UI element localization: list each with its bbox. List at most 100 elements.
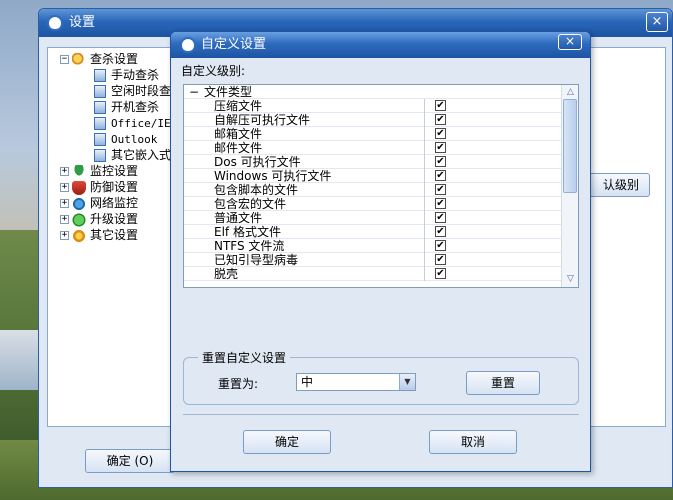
file-type-row[interactable]: 压缩文件 ✔ — [184, 99, 578, 113]
tree-item-idle-scan[interactable]: 空闲时段查 — [60, 83, 171, 99]
tree-item-scan-settings[interactable]: − 查杀设置 — [60, 51, 171, 67]
scroll-up-icon[interactable]: △ — [564, 86, 577, 99]
column-divider — [424, 183, 425, 197]
collapse-icon[interactable]: − — [188, 85, 200, 99]
file-type-checkbox[interactable]: ✔ — [435, 254, 446, 265]
file-type-row[interactable]: 普通文件 ✔ — [184, 211, 578, 225]
file-type-checkbox[interactable]: ✔ — [435, 142, 446, 153]
ok-button[interactable]: 确定 (O) — [85, 449, 175, 473]
file-type-checkbox[interactable]: ✔ — [435, 100, 446, 111]
file-type-label: 邮件文件 — [214, 141, 263, 155]
tree-item-network-monitor[interactable]: + 网络监控 — [60, 195, 171, 211]
group-label: 文件类型 — [204, 85, 253, 99]
document-icon — [94, 69, 106, 82]
tree-label: 防御设置 — [90, 180, 139, 194]
settings-title: 设置 — [69, 15, 96, 30]
document-icon — [94, 133, 106, 146]
file-type-row[interactable]: 脱壳 ✔ — [184, 267, 578, 281]
column-divider — [424, 225, 425, 239]
reset-level-value: 中 — [301, 375, 314, 389]
file-type-checkbox[interactable]: ✔ — [435, 240, 446, 251]
dialog-title-bar[interactable]: 自定义设置 × — [171, 32, 590, 58]
tree-item-outlook[interactable]: Outlook — [60, 131, 171, 147]
tree-label: 其它嵌入式 — [111, 148, 172, 162]
file-type-row[interactable]: 包含脚本的文件 ✔ — [184, 183, 578, 197]
file-type-checkbox[interactable]: ✔ — [435, 128, 446, 139]
tree-label: 网络监控 — [90, 196, 139, 210]
file-type-items: 压缩文件 ✔ 自解压可执行文件 ✔ 邮箱文件 ✔ 邮件文件 ✔ Dos 可执行文件 ✔ Window… — [184, 99, 578, 281]
expand-icon[interactable]: + — [60, 231, 69, 240]
magnifier-icon — [72, 52, 86, 67]
shield-icon — [180, 37, 196, 53]
file-type-row[interactable]: 自解压可执行文件 ✔ — [184, 113, 578, 127]
file-type-label: 已知引导型病毒 — [214, 253, 299, 267]
file-type-row[interactable]: Dos 可执行文件 ✔ — [184, 155, 578, 169]
file-type-label: 邮箱文件 — [214, 127, 263, 141]
reset-level-select[interactable]: 中 ▼ — [296, 373, 416, 391]
cancel-button[interactable]: 取消 — [429, 430, 517, 454]
file-type-checkbox[interactable]: ✔ — [435, 212, 446, 223]
reset-as-label: 重置为: — [218, 377, 259, 391]
tree-label: 监控设置 — [90, 164, 139, 178]
expand-icon[interactable]: + — [60, 215, 69, 224]
tree-item-monitor-settings[interactable]: + 监控设置 — [60, 163, 171, 179]
file-type-checkbox[interactable]: ✔ — [435, 268, 446, 279]
ok-button[interactable]: 确定 — [243, 430, 331, 454]
reset-custom-settings-group: 重置自定义设置 重置为: 中 ▼ 重置 — [183, 349, 579, 405]
column-divider — [424, 267, 425, 281]
chevron-down-icon[interactable]: ▼ — [399, 374, 415, 390]
tree-item-boot-scan[interactable]: 开机查杀 — [60, 99, 171, 115]
column-divider — [424, 155, 425, 169]
collapse-icon[interactable]: − — [60, 55, 69, 64]
file-type-row[interactable]: 邮件文件 ✔ — [184, 141, 578, 155]
file-type-list[interactable]: − 文件类型 压缩文件 ✔ 自解压可执行文件 ✔ 邮箱文件 ✔ 邮件文件 ✔ Dos 可执行文件… — [183, 84, 579, 288]
tree-label: 其它设置 — [90, 228, 139, 242]
file-type-checkbox[interactable]: ✔ — [435, 170, 446, 181]
shield-icon — [47, 15, 63, 31]
tree-label: Outlook — [111, 133, 158, 146]
reset-button[interactable]: 重置 — [466, 371, 540, 395]
list-group-header[interactable]: − 文件类型 — [184, 85, 578, 99]
footer-divider — [183, 414, 579, 415]
column-divider — [424, 197, 425, 211]
column-divider — [424, 141, 425, 155]
expand-icon[interactable]: + — [60, 167, 69, 176]
file-type-checkbox[interactable]: ✔ — [435, 114, 446, 125]
file-type-row[interactable]: 邮箱文件 ✔ — [184, 127, 578, 141]
file-type-checkbox[interactable]: ✔ — [435, 184, 446, 195]
document-icon — [94, 149, 106, 162]
document-icon — [94, 85, 106, 98]
settings-tree: − 查杀设置 手动查杀 空闲时段查 开机查杀 Office/IE Outlook … — [60, 51, 171, 243]
file-type-row[interactable]: 包含宏的文件 ✔ — [184, 197, 578, 211]
default-level-button[interactable]: 认级别 — [588, 173, 650, 197]
tree-item-office-ie[interactable]: Office/IE — [60, 115, 171, 131]
scroll-thumb[interactable] — [563, 99, 577, 193]
expand-icon[interactable]: + — [60, 183, 69, 192]
file-type-label: 包含脚本的文件 — [214, 183, 299, 197]
file-type-row[interactable]: NTFS 文件流 ✔ — [184, 239, 578, 253]
gear-icon — [72, 228, 86, 243]
tree-item-manual-scan[interactable]: 手动查杀 — [60, 67, 171, 83]
list-scrollbar[interactable]: △ ▽ — [561, 85, 578, 287]
tree-item-update-settings[interactable]: + 升级设置 — [60, 211, 171, 227]
tree-item-other-embedded[interactable]: 其它嵌入式 — [60, 147, 171, 163]
file-type-row[interactable]: 已知引导型病毒 ✔ — [184, 253, 578, 267]
file-type-checkbox[interactable]: ✔ — [435, 198, 446, 209]
column-divider — [424, 239, 425, 253]
dialog-title: 自定义设置 — [201, 37, 267, 52]
tree-item-other-settings[interactable]: + 其它设置 — [60, 227, 171, 243]
close-button[interactable]: × — [646, 12, 668, 32]
file-type-checkbox[interactable]: ✔ — [435, 226, 446, 237]
file-type-row[interactable]: Elf 格式文件 ✔ — [184, 225, 578, 239]
file-type-row[interactable]: Windows 可执行文件 ✔ — [184, 169, 578, 183]
scroll-down-icon[interactable]: ▽ — [564, 273, 577, 286]
column-divider — [424, 253, 425, 267]
umbrella-icon — [72, 164, 86, 179]
close-button[interactable]: × — [558, 34, 582, 50]
expand-icon[interactable]: + — [60, 199, 69, 208]
tree-label: 手动查杀 — [111, 68, 160, 82]
tree-item-defense-settings[interactable]: + 防御设置 — [60, 179, 171, 195]
document-icon — [94, 117, 106, 130]
reset-group-legend: 重置自定义设置 — [198, 349, 291, 366]
file-type-checkbox[interactable]: ✔ — [435, 156, 446, 167]
